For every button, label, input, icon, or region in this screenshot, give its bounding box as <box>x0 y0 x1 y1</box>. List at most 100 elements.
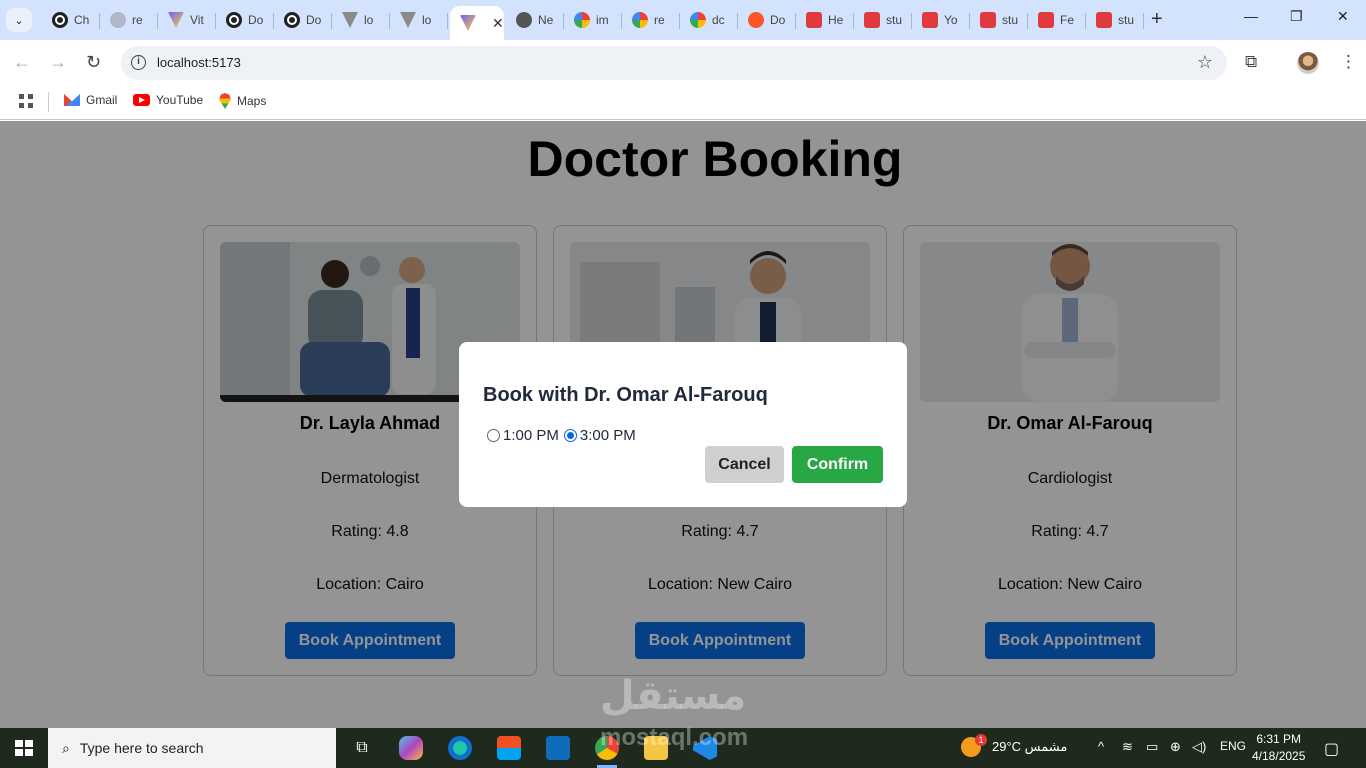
tab-9[interactable]: Ne <box>506 6 564 34</box>
star-icon[interactable]: ☆ <box>1197 52 1213 73</box>
task-view-icon[interactable]: ⧉ <box>350 736 374 760</box>
brave-icon <box>748 12 764 28</box>
tab-4[interactable]: Do <box>216 6 274 34</box>
tab-label: Vit <box>190 13 204 27</box>
tab-11[interactable]: re <box>622 6 680 34</box>
new-tab-button[interactable]: + <box>1151 8 1163 31</box>
vite-icon <box>168 12 184 28</box>
time-slot-label: 3:00 PM <box>579 427 636 444</box>
openai-icon <box>52 12 68 28</box>
tab-label: stu <box>1002 13 1019 27</box>
openai-icon <box>226 12 242 28</box>
tab-label: Do <box>306 13 322 27</box>
bookmark-gmail[interactable]: Gmail <box>64 93 117 107</box>
tab-2[interactable]: re <box>100 6 158 34</box>
tab-10[interactable]: im <box>564 6 622 34</box>
bookmarks-bar: Gmail YouTube Maps <box>0 86 1366 120</box>
maps-icon <box>219 93 231 109</box>
apps-icon[interactable] <box>19 94 33 108</box>
radio-button[interactable] <box>487 429 500 442</box>
page-content: Doctor Booking Dr. Layla Ahmad Dermatolo… <box>0 121 1366 728</box>
forward-icon[interactable]: → <box>49 52 67 73</box>
tab-search-button[interactable]: ⌄ <box>6 8 32 32</box>
tab-label: stu <box>886 13 903 27</box>
tab-1[interactable]: Ch <box>42 6 100 34</box>
tab-label: lo <box>364 13 374 27</box>
tab-18[interactable]: Fe <box>1028 6 1086 34</box>
url-text[interactable]: localhost:5173 <box>157 55 241 70</box>
gear-icon <box>110 12 126 28</box>
windows-start-icon[interactable] <box>15 740 33 756</box>
red-app-icon <box>922 12 938 28</box>
confirm-button[interactable]: Confirm <box>792 446 883 483</box>
bookmark-label: Maps <box>237 94 267 108</box>
radio-button-selected[interactable] <box>563 429 577 442</box>
tab-label: re <box>654 13 665 27</box>
bookmark-label: Gmail <box>86 93 118 107</box>
clock-time: 6:31 PM <box>1256 732 1302 746</box>
network-icon[interactable]: ⊕ <box>1170 739 1181 755</box>
openai-icon <box>284 12 300 28</box>
system-clock[interactable]: 6:31 PM 4/18/2025 <box>1252 731 1305 765</box>
weather-badge: 1 <box>975 734 987 746</box>
store-icon[interactable] <box>497 736 521 760</box>
profile-avatar[interactable] <box>1297 52 1319 74</box>
info-icon[interactable]: i <box>131 55 146 70</box>
notifications-icon[interactable]: ▢ <box>1324 739 1339 759</box>
bookmark-label: YouTube <box>156 93 204 107</box>
gmail-icon <box>64 94 80 106</box>
copilot-icon[interactable] <box>399 736 423 760</box>
tab-16[interactable]: Yo <box>912 6 970 34</box>
tab-15[interactable]: stu <box>854 6 912 34</box>
address-bar[interactable]: i localhost:5173 ☆ <box>121 46 1227 80</box>
tab-14[interactable]: He <box>796 6 854 34</box>
reload-icon[interactable]: ↻ <box>86 52 101 73</box>
feather-icon <box>400 12 416 28</box>
tab-17[interactable]: stu <box>970 6 1028 34</box>
tab-label: Ne <box>538 13 554 27</box>
bookmark-youtube[interactable]: YouTube <box>133 93 203 107</box>
tab-5[interactable]: Do <box>274 6 332 34</box>
wifi-icon[interactable]: ≋ <box>1122 739 1133 755</box>
restore-icon[interactable]: ❐ <box>1290 8 1303 25</box>
tab-7[interactable]: lo <box>390 6 448 34</box>
booking-modal: Book with Dr. Omar Al-Farouq 1:00 PM 3:0… <box>459 342 907 507</box>
tab-label: Do <box>770 13 786 27</box>
minimize-icon[interactable]: ― <box>1244 8 1258 24</box>
tab-3[interactable]: Vit <box>158 6 216 34</box>
red-app-icon <box>1096 12 1112 28</box>
language-indicator[interactable]: ENG <box>1220 739 1246 753</box>
tab-13[interactable]: Do <box>738 6 796 34</box>
outlook-icon[interactable] <box>546 736 570 760</box>
cancel-button[interactable]: Cancel <box>705 446 784 483</box>
taskbar-search[interactable]: ⌕ Type here to search <box>48 728 336 768</box>
menu-icon[interactable]: ⋮ <box>1340 52 1357 72</box>
close-icon[interactable]: ✕ <box>492 15 504 32</box>
red-app-icon <box>1038 12 1054 28</box>
red-app-icon <box>806 12 822 28</box>
red-app-icon <box>864 12 880 28</box>
modal-title: Book with Dr. Omar Al-Farouq <box>483 384 768 406</box>
tab-19[interactable]: stu <box>1086 6 1144 34</box>
tab-active[interactable]: ✕ <box>450 6 504 40</box>
volume-icon[interactable]: ◁) <box>1192 739 1206 755</box>
battery-icon[interactable]: ▭ <box>1146 739 1158 755</box>
time-slot-3pm[interactable]: 3:00 PM <box>563 427 636 444</box>
tab-label: stu <box>1118 13 1135 27</box>
tab-label: re <box>132 13 143 27</box>
tab-label: Fe <box>1060 13 1075 27</box>
taskbar-search-placeholder: Type here to search <box>79 740 204 756</box>
tab-6[interactable]: lo <box>332 6 390 34</box>
back-icon[interactable]: ← <box>13 52 31 73</box>
tab-label: im <box>596 13 609 27</box>
google-icon <box>690 12 706 28</box>
chevron-up-icon[interactable]: ^ <box>1098 739 1104 754</box>
bookmark-maps[interactable]: Maps <box>219 93 266 109</box>
weather-text[interactable]: 29°C مشمس <box>992 739 1067 755</box>
tab-label: He <box>828 13 844 27</box>
close-window-icon[interactable]: ✕ <box>1337 8 1349 25</box>
extensions-icon[interactable]: ⧉ <box>1245 52 1257 72</box>
tab-12[interactable]: dc <box>680 6 738 34</box>
edge-icon[interactable] <box>448 736 472 760</box>
time-slot-1pm[interactable]: 1:00 PM <box>487 427 559 444</box>
